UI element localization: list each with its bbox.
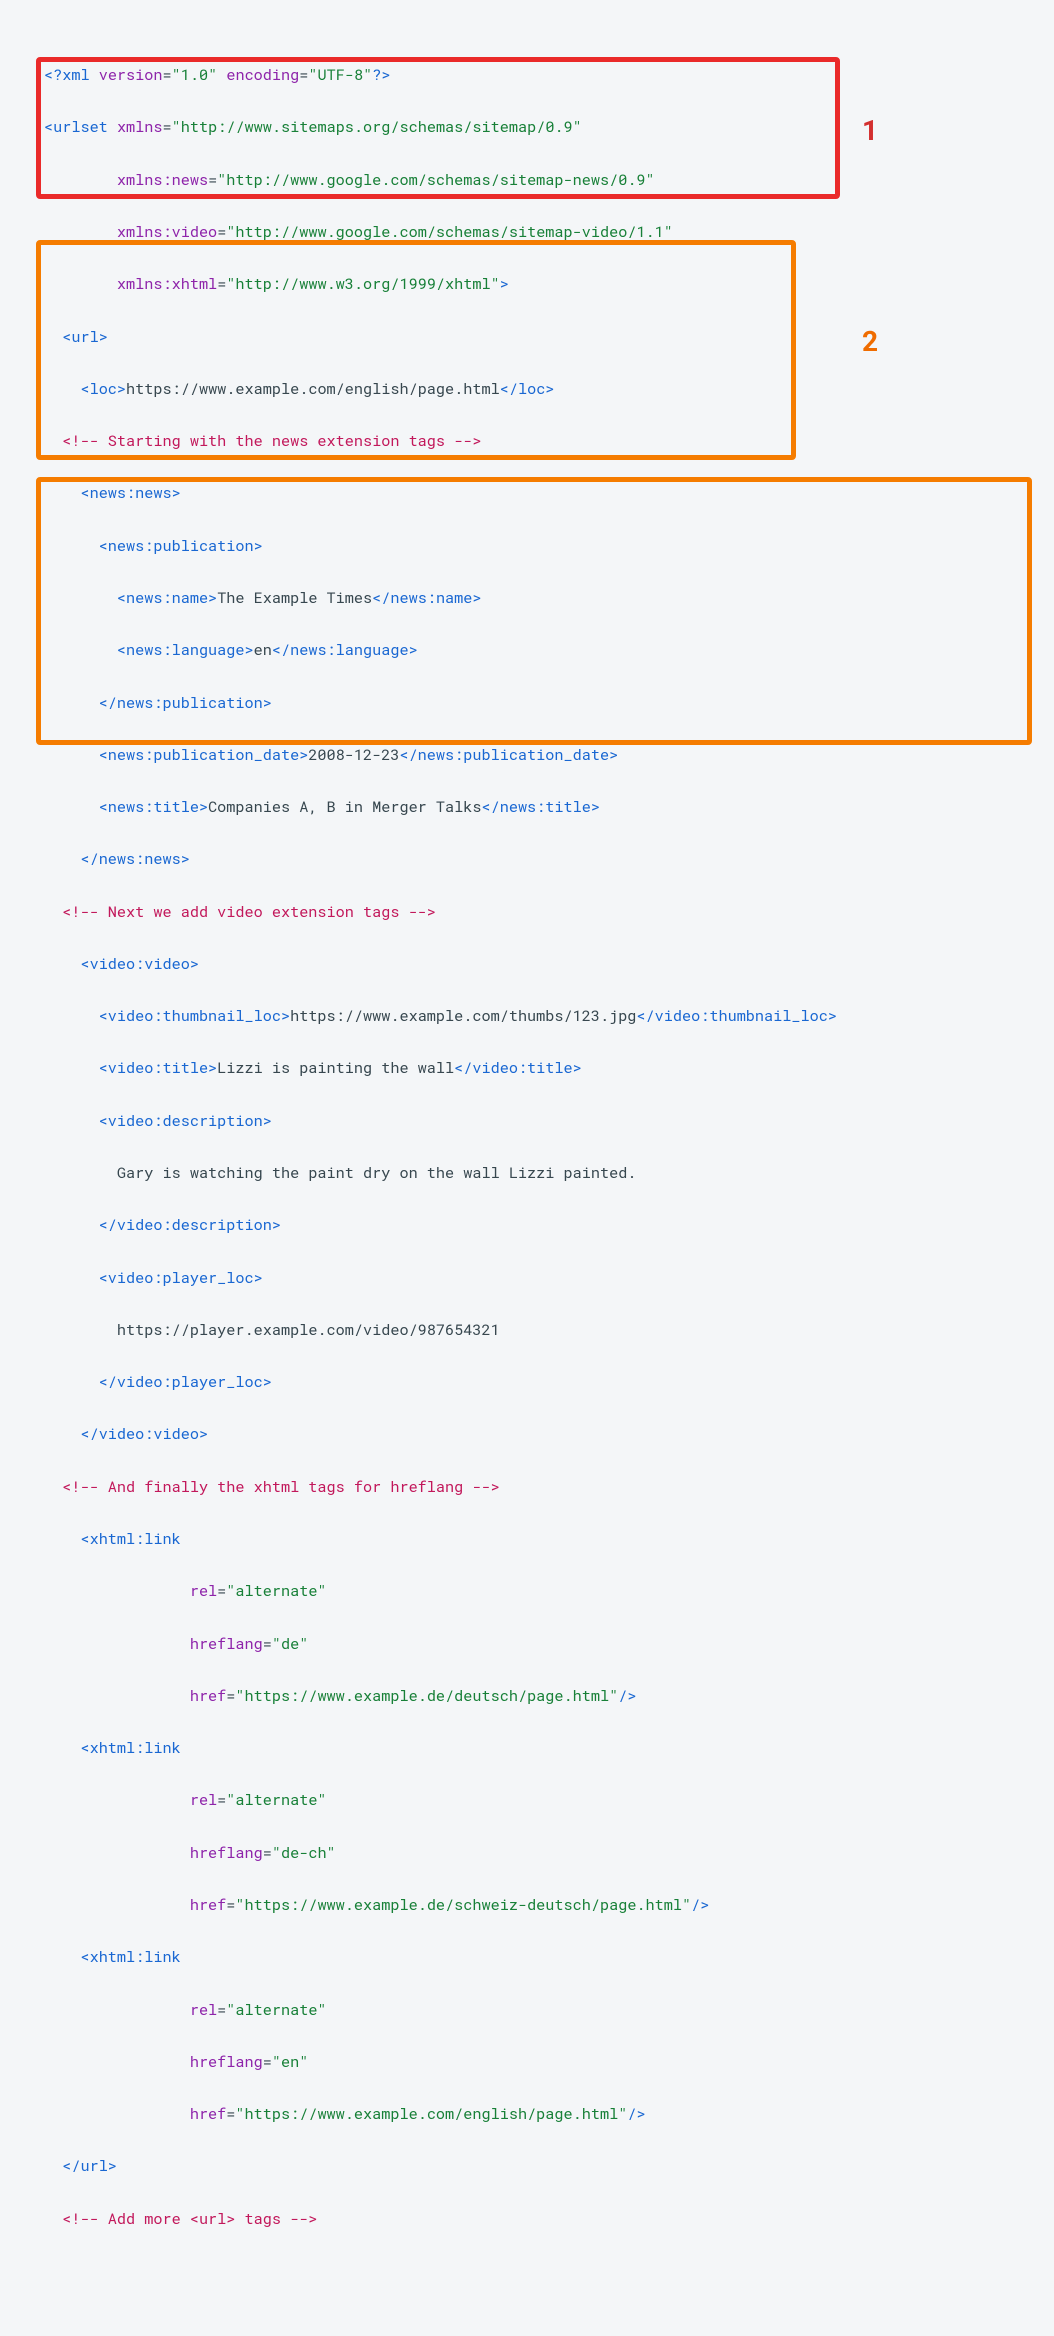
- code-line: <!-- And finally the xhtml tags for href…: [44, 1474, 1046, 1500]
- code-line: rel="alternate": [44, 1787, 1046, 1813]
- code-line: hreflang="de-ch": [44, 1840, 1046, 1866]
- code-line: <xhtml:link: [44, 1526, 1046, 1552]
- code-line: </video:video>: [44, 1421, 1046, 1447]
- code-line: <video:thumbnail_loc>https://www.example…: [44, 1003, 1046, 1029]
- code-line: </news:news>: [44, 846, 1046, 872]
- xml-open: <?xml: [44, 65, 90, 85]
- code-block: <?xml version="1.0" encoding="UTF-8"?> <…: [0, 0, 1054, 2336]
- code-line: <news:language>en</news:language>: [44, 637, 1046, 663]
- code-line: <video:player_loc>: [44, 1265, 1046, 1291]
- code-line: <loc>https://www.example.com/english/pag…: [44, 376, 1046, 402]
- callout-2: 2: [862, 318, 878, 366]
- code-line: </video:player_loc>: [44, 1369, 1046, 1395]
- code-line: hreflang="en": [44, 2049, 1046, 2075]
- code-line: <news:name>The Example Times</news:name>: [44, 585, 1046, 611]
- code-line: </video:description>: [44, 1212, 1046, 1238]
- code-line: Gary is watching the paint dry on the wa…: [44, 1160, 1046, 1186]
- code-line: <url>: [44, 324, 1046, 350]
- code-line: <video:description>: [44, 1108, 1046, 1134]
- code-line: rel="alternate": [44, 1997, 1046, 2023]
- code-line: </news:publication>: [44, 690, 1046, 716]
- code-line: <xhtml:link: [44, 1735, 1046, 1761]
- code-line: <urlset xmlns="http://www.sitemaps.org/s…: [44, 114, 1046, 140]
- code-line: <news:title>Companies A, B in Merger Tal…: [44, 794, 1046, 820]
- code-line: xmlns:xhtml="http://www.w3.org/1999/xhtm…: [44, 271, 1046, 297]
- code-line: <news:publication_date>2008-12-23</news:…: [44, 742, 1046, 768]
- code-line: href="https://www.example.de/deutsch/pag…: [44, 1683, 1046, 1709]
- code-line: <video:video>: [44, 951, 1046, 977]
- code-line: href="https://www.example.de/schweiz-deu…: [44, 1892, 1046, 1918]
- code-line: <!-- Starting with the news extension ta…: [44, 428, 1046, 454]
- code-line: xmlns:news="http://www.google.com/schema…: [44, 167, 1046, 193]
- callout-1: 1: [862, 107, 878, 155]
- code-line: href="https://www.example.com/english/pa…: [44, 2101, 1046, 2127]
- code-line: <xhtml:link: [44, 1944, 1046, 1970]
- code-line: <news:news>: [44, 480, 1046, 506]
- code-line: </url>: [44, 2153, 1046, 2179]
- code-line: <?xml version="1.0" encoding="UTF-8"?>: [44, 62, 1046, 88]
- code-line: <video:title>Lizzi is painting the wall<…: [44, 1055, 1046, 1081]
- code-line: hreflang="de": [44, 1631, 1046, 1657]
- code-line: rel="alternate": [44, 1578, 1046, 1604]
- code-line: <news:publication>: [44, 533, 1046, 559]
- code-line: https://player.example.com/video/9876543…: [44, 1317, 1046, 1343]
- code-line: <!-- Add more <url> tags -->: [44, 2206, 1046, 2232]
- code-line: xmlns:video="http://www.google.com/schem…: [44, 219, 1046, 245]
- code-line: <!-- Next we add video extension tags --…: [44, 899, 1046, 925]
